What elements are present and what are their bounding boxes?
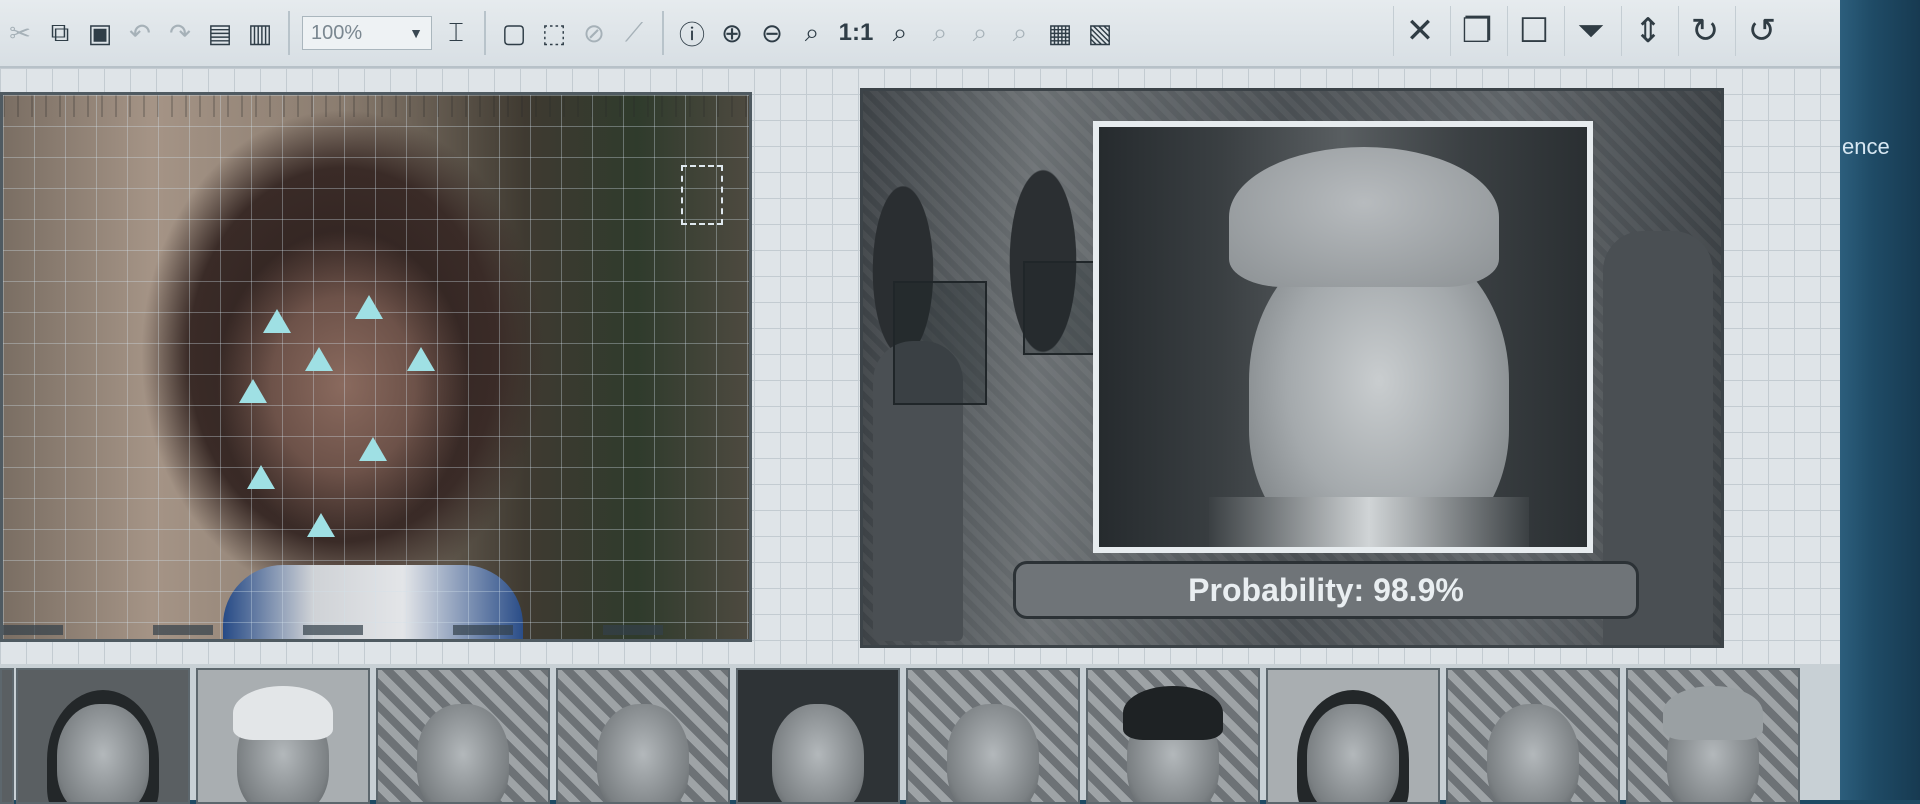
candidate-thumbnail[interactable] [1446, 668, 1620, 804]
undo-icon[interactable]: ↶ [122, 13, 158, 53]
tracking-marker [681, 165, 723, 225]
candidate-thumbnail[interactable] [556, 668, 730, 804]
matched-face-frame[interactable] [1093, 121, 1593, 553]
rotate-left-icon[interactable]: ↺ [1735, 6, 1788, 56]
paste-icon[interactable]: ▣ [82, 13, 118, 53]
timeline-ticks [3, 625, 749, 635]
adjacent-window-edge: ence [1840, 0, 1920, 800]
info-icon[interactable]: ⓘ [674, 13, 710, 53]
select-rect-icon[interactable]: ▢ [496, 13, 532, 53]
detection-box[interactable] [1023, 261, 1097, 355]
toolbar-separator [662, 11, 664, 55]
zoom-prev-icon[interactable]: ⌕ [922, 13, 958, 53]
adjacent-window-text: ence [1842, 134, 1890, 159]
fit-icon[interactable]: ⌶ [438, 13, 474, 53]
clear-selection-icon[interactable]: ⊘ [576, 13, 612, 53]
candidate-thumbnail[interactable] [376, 668, 550, 804]
candidate-thumbnail[interactable] [0, 668, 14, 804]
sort-icon[interactable]: ⇕ [1621, 6, 1674, 56]
save-icon[interactable]: ▤ [202, 13, 238, 53]
toolbar: ✂ ⧉ ▣ ↶ ↷ ▤ ▥ 100% ▼ ⌶ ▢ ⬚ ⊘ ⟋ ⓘ ⊕ ⊖ ⌕ 1… [0, 0, 1840, 68]
analysis-grid [3, 95, 749, 639]
landmark-marker[interactable] [407, 347, 435, 371]
candidate-thumbnail[interactable] [1266, 668, 1440, 804]
landmark-marker[interactable] [263, 309, 291, 333]
landmark-marker[interactable] [305, 347, 333, 371]
candidate-thumbnail[interactable] [736, 668, 900, 804]
magnifier-icon[interactable]: ▧ [1082, 13, 1118, 53]
close-icon[interactable]: ✕ [1393, 6, 1446, 56]
shirt-collar [1209, 497, 1529, 547]
monitor-screen: ✂ ⧉ ▣ ↶ ↷ ▤ ▥ 100% ▼ ⌶ ▢ ⬚ ⊘ ⟋ ⓘ ⊕ ⊖ ⌕ 1… [0, 0, 1840, 804]
transform-icon[interactable]: ⟋ [616, 13, 652, 53]
landmark-marker[interactable] [355, 295, 383, 319]
window-controls: ✕ ❐ ☐ ⏷ ⇕ ↻ ↺ [1391, 6, 1790, 56]
rotate-right-icon[interactable]: ↻ [1678, 6, 1731, 56]
landmark-marker[interactable] [239, 379, 267, 403]
toolbar-separator [484, 11, 486, 55]
actual-size-label: 1:1 [838, 19, 874, 46]
zoom-out-icon[interactable]: ⊖ [754, 13, 790, 53]
candidate-thumbnail[interactable] [196, 668, 370, 804]
export-icon[interactable]: ▥ [242, 13, 278, 53]
chevron-down-icon: ▼ [409, 25, 423, 41]
candidate-thumbnail[interactable] [16, 668, 190, 804]
probability-label: Probability: 98.9% [1188, 571, 1464, 608]
landmark-marker[interactable] [359, 437, 387, 461]
maximize-icon[interactable]: ☐ [1507, 6, 1560, 56]
restore-icon[interactable]: ❐ [1450, 6, 1503, 56]
actual-size-button[interactable]: 1:1 [834, 13, 878, 53]
probability-banner: Probability: 98.9% [1013, 561, 1639, 619]
zoom-percent-icon[interactable]: ⌕ [794, 13, 830, 53]
toolbar-separator [288, 11, 290, 55]
zoom-value: 100% [311, 21, 363, 44]
copy-icon[interactable]: ⧉ [42, 13, 78, 53]
workspace: Probability: 98.9% [0, 68, 1840, 668]
zoom-select[interactable]: 100% ▼ [302, 16, 432, 50]
detection-box[interactable] [893, 281, 987, 405]
candidate-thumbnail[interactable] [1626, 668, 1800, 804]
candidate-thumbnail-strip [0, 664, 1840, 804]
landmark-marker[interactable] [307, 513, 335, 537]
redo-icon[interactable]: ↷ [162, 13, 198, 53]
dropdown-icon[interactable]: ⏷ [1564, 6, 1617, 56]
landmark-marker[interactable] [247, 465, 275, 489]
zoom-selection-icon[interactable]: ⌕ [1002, 13, 1038, 53]
select-dashed-icon[interactable]: ⬚ [536, 13, 572, 53]
match-image-panel[interactable]: Probability: 98.9% [860, 88, 1724, 648]
zoom-next-icon[interactable]: ⌕ [962, 13, 998, 53]
page-view-icon[interactable]: ▦ [1042, 13, 1078, 53]
zoom-in-icon[interactable]: ⊕ [714, 13, 750, 53]
zoom-fit-icon[interactable]: ⌕ [882, 13, 918, 53]
candidate-thumbnail[interactable] [906, 668, 1080, 804]
kufi-cap [1229, 147, 1499, 287]
source-image-panel[interactable] [0, 92, 752, 642]
scissors-icon[interactable]: ✂ [2, 13, 38, 53]
candidate-thumbnail[interactable] [1086, 668, 1260, 804]
